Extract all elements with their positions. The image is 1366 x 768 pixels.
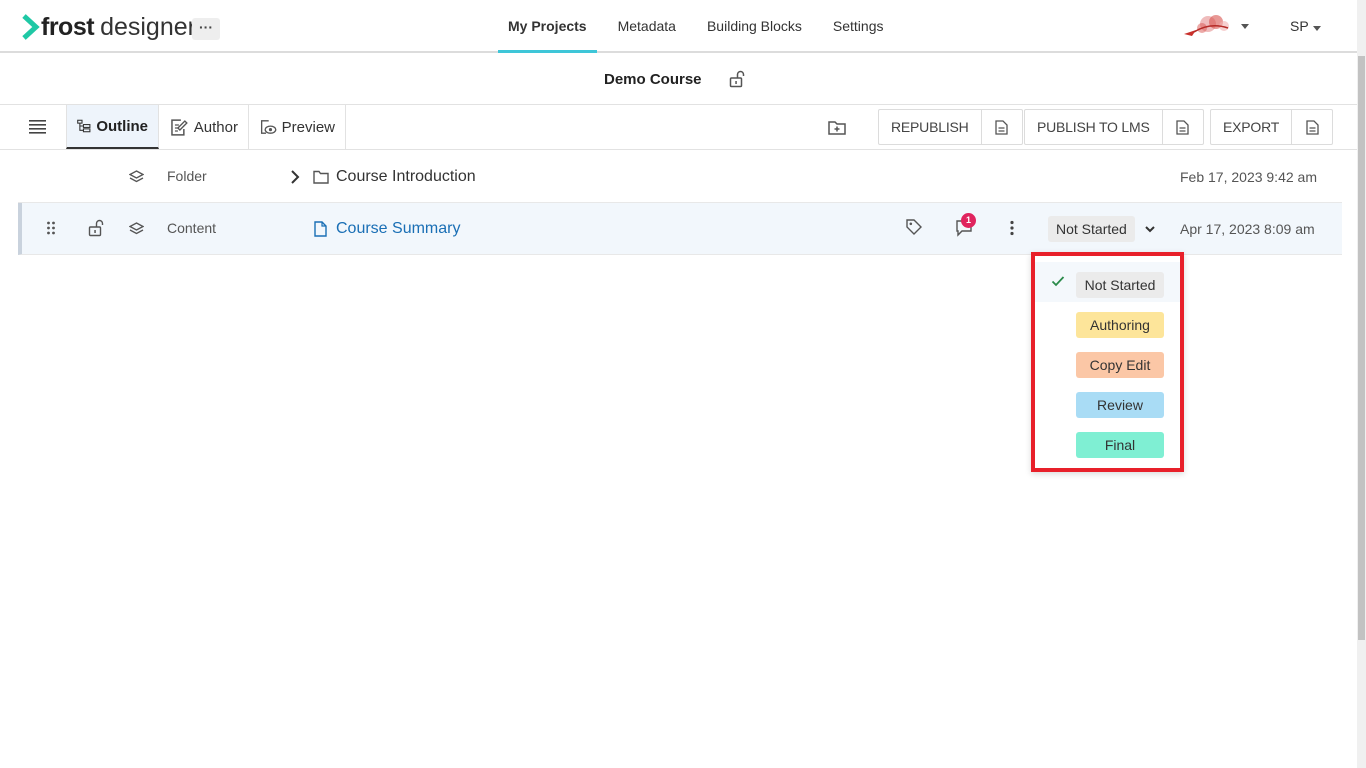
document-icon — [995, 119, 1008, 135]
document-icon — [1305, 119, 1319, 135]
table-row[interactable]: Content Course Summary 1 Not Started Apr… — [18, 203, 1342, 255]
app-logo[interactable]: frost designer — [22, 12, 196, 42]
status-current-value: Not Started — [1048, 216, 1135, 242]
more-vertical-icon[interactable] — [1009, 220, 1015, 236]
outline-tree-icon — [77, 119, 91, 133]
status-option-final[interactable]: Final — [1035, 422, 1180, 462]
row-modified-date: Apr 17, 2023 8:09 am — [1180, 221, 1315, 237]
check-icon — [1051, 276, 1065, 287]
tab-author[interactable]: Author — [159, 105, 249, 149]
scrollbar-thumb[interactable] — [1358, 56, 1365, 640]
chevron-down-icon[interactable] — [1145, 225, 1155, 233]
nav-my-projects[interactable]: My Projects — [498, 0, 597, 53]
status-pill: Not Started — [1076, 272, 1164, 298]
status-dropdown-menu: Not Started Authoring Copy Edit Review F… — [1031, 252, 1184, 472]
republish-button[interactable]: REPUBLISH — [879, 110, 982, 144]
table-row[interactable]: Folder Course Introduction Feb 17, 2023 … — [18, 151, 1342, 203]
course-header: Demo Course — [0, 54, 1357, 105]
unlock-icon[interactable] — [88, 219, 104, 237]
republish-group: REPUBLISH — [878, 109, 1023, 145]
row-title-link[interactable]: Course Summary — [336, 220, 460, 238]
row-modified-date: Feb 17, 2023 9:42 am — [1180, 169, 1317, 185]
comment-count-badge: 1 — [961, 213, 976, 228]
user-menu[interactable]: SP — [1290, 18, 1309, 34]
export-group: EXPORT — [1210, 109, 1334, 145]
tab-outline-label: Outline — [96, 117, 148, 135]
status-option-review[interactable]: Review — [1035, 382, 1180, 422]
folder-icon — [313, 170, 329, 184]
top-navbar: frost designer ··· My Projects Metadata … — [0, 0, 1357, 53]
status-pill: Authoring — [1076, 312, 1164, 338]
export-log-button[interactable] — [1292, 110, 1332, 144]
course-title: Demo Course — [604, 71, 702, 88]
main-nav: My Projects Metadata Building Blocks Set… — [498, 0, 905, 53]
publish-lms-group: PUBLISH TO LMS — [1024, 109, 1204, 145]
status-option-authoring[interactable]: Authoring — [1035, 302, 1180, 342]
logo-text-designer: designer — [100, 13, 196, 41]
row-type-label: Folder — [167, 168, 207, 184]
page-scrollbar[interactable] — [1357, 0, 1366, 768]
user-dropdown-caret-icon[interactable] — [1313, 26, 1321, 31]
organization-logo-image[interactable] — [1180, 12, 1234, 40]
drag-handle-icon[interactable] — [46, 221, 56, 235]
row-title[interactable]: Course Introduction — [336, 168, 476, 186]
tag-icon[interactable] — [905, 218, 923, 236]
layers-icon — [129, 170, 144, 183]
layers-icon — [129, 222, 144, 235]
tab-preview-label: Preview — [281, 118, 335, 136]
document-icon — [314, 221, 327, 237]
nav-metadata[interactable]: Metadata — [608, 0, 686, 53]
tab-outline[interactable]: Outline — [66, 105, 159, 149]
hamburger-menu-icon[interactable] — [29, 119, 46, 134]
more-options-button[interactable]: ··· — [192, 18, 220, 40]
publish-log-button[interactable] — [1163, 110, 1203, 144]
nav-settings[interactable]: Settings — [823, 0, 894, 53]
author-edit-icon — [171, 119, 188, 136]
unlock-icon[interactable] — [729, 70, 745, 88]
tab-preview[interactable]: Preview — [249, 105, 346, 149]
publish-to-lms-button[interactable]: PUBLISH TO LMS — [1025, 110, 1163, 144]
document-icon — [1176, 119, 1189, 135]
status-pill: Review — [1076, 392, 1164, 418]
nav-building-blocks[interactable]: Building Blocks — [697, 0, 812, 53]
preview-eye-icon — [260, 120, 277, 134]
status-pill: Copy Edit — [1076, 352, 1164, 378]
add-folder-icon[interactable] — [828, 119, 846, 135]
logo-chevron-icon — [22, 14, 40, 40]
chevron-right-icon[interactable] — [290, 170, 300, 184]
republish-log-button[interactable] — [982, 110, 1022, 144]
logo-text-frost: frost — [41, 13, 95, 41]
status-option-copy-edit[interactable]: Copy Edit — [1035, 342, 1180, 382]
export-button[interactable]: EXPORT — [1211, 110, 1293, 144]
project-toolbar: Outline Author Preview REPUBLISH PUBLISH… — [0, 105, 1357, 150]
status-pill: Final — [1076, 432, 1164, 458]
org-dropdown-caret-icon[interactable] — [1241, 24, 1249, 29]
row-type-label: Content — [167, 220, 217, 236]
status-select[interactable]: Not Started — [1048, 216, 1155, 242]
tab-author-label: Author — [193, 118, 238, 136]
status-option-not-started[interactable]: Not Started — [1035, 262, 1180, 302]
